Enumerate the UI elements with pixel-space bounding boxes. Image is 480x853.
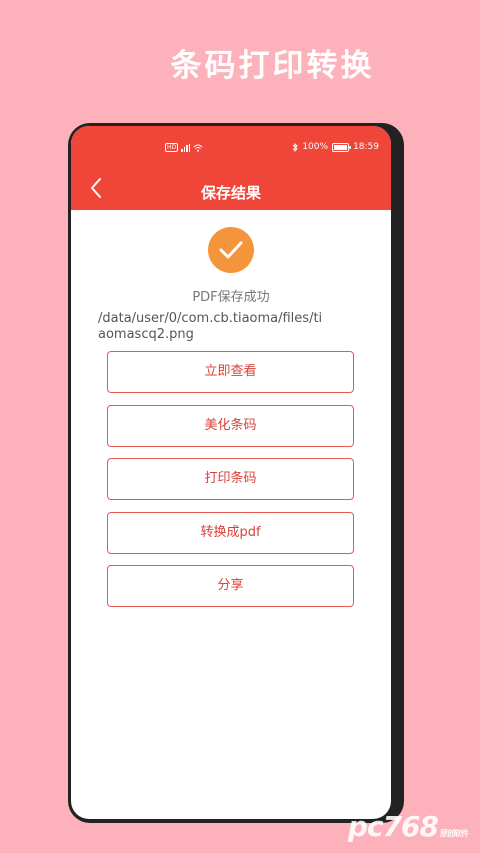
- watermark-logo: pc768 原创软件: [347, 810, 469, 843]
- page-title: 保存结果: [200, 184, 261, 202]
- success-check-icon: [208, 227, 254, 273]
- beautify-barcode-button[interactable]: 美化条码: [107, 405, 354, 447]
- promo-title: 条码打印转换: [170, 48, 375, 84]
- share-button[interactable]: 分享: [107, 565, 354, 607]
- app-bar: HD 100% 18:59 保存结果: [71, 126, 391, 210]
- bluetooth-icon: [293, 142, 298, 152]
- phone-frame: HD 100% 18:59 保存结果 PDF保存成功 /data/user/0/…: [68, 123, 404, 823]
- success-message: PDF保存成功: [192, 290, 270, 305]
- status-bar: HD 100% 18:59: [71, 140, 391, 158]
- wifi-icon: [193, 144, 203, 152]
- signal-icon: [181, 143, 191, 152]
- print-barcode-button[interactable]: 打印条码: [107, 458, 354, 500]
- file-path: /data/user/0/com.cb.tiaoma/files/tiaomas…: [98, 311, 323, 342]
- clock: 18:59: [353, 142, 379, 152]
- status-left: HD: [165, 143, 203, 152]
- convert-pdf-button[interactable]: 转换成pdf: [107, 512, 354, 554]
- hd-icon: HD: [165, 143, 179, 152]
- view-now-button[interactable]: 立即查看: [107, 351, 354, 393]
- battery-percent: 100%: [302, 142, 329, 152]
- battery-icon: [332, 142, 352, 152]
- app-screen: HD 100% 18:59 保存结果 PDF保存成功 /data/user/0/…: [71, 126, 391, 819]
- status-right: 100% 18:59: [292, 142, 379, 152]
